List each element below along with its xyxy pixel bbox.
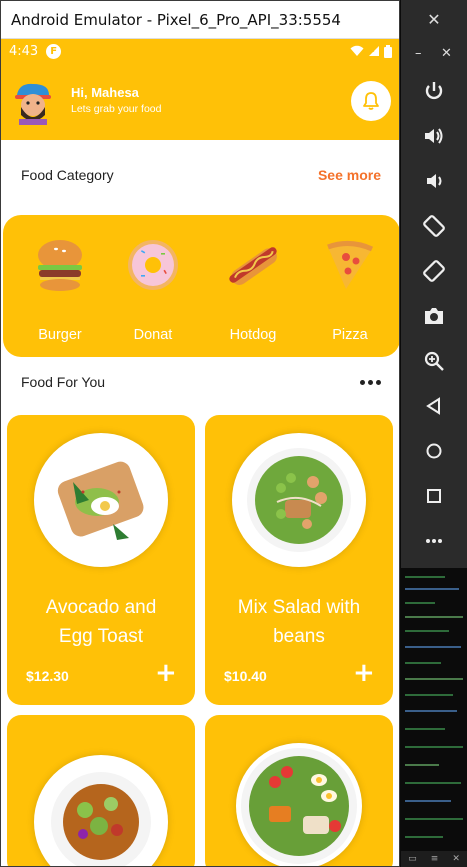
taskbar: ▭ ≡ ✕ [401,851,467,867]
background-terminal [401,568,467,867]
food-card[interactable] [205,715,393,866]
cell-signal-icon: x [369,46,379,56]
rotate-right-button[interactable] [417,254,451,288]
home-button[interactable] [417,434,451,468]
greeting-subtitle: Lets grab your food [71,103,162,115]
see-more-link[interactable]: See more [318,167,381,183]
food-image [232,433,366,567]
screenshot-button[interactable] [417,299,451,333]
food-title-line: Mix Salad with [237,597,361,618]
hotdog-icon [229,247,277,285]
category-pizza[interactable]: Pizza [310,235,390,343]
taskbar-icon[interactable]: ▭ [408,854,417,864]
home-icon [426,443,442,459]
back-button[interactable] [417,389,451,423]
emulator-window-controls: ✕ [401,0,467,38]
zoom-button[interactable] [417,344,451,378]
greeting-block: Hi, Mahesa Lets grab your food [71,85,161,115]
rotate-left-button[interactable] [417,209,451,243]
pizza-icon [327,241,374,289]
donut-icon [128,240,178,290]
food-card[interactable] [7,715,195,866]
app-header: Hi, Mahesa Lets grab your food [1,63,399,140]
power-button[interactable] [417,74,451,108]
category-burger[interactable]: Burger [20,235,100,343]
food-image [34,433,168,567]
category-donut[interactable]: Donat [113,235,193,343]
category-section-header: Food Category See more [21,167,381,183]
status-time: 4:43 [9,43,39,59]
category-label: Pizza [332,327,368,343]
camera-icon [425,308,443,324]
volume-down-icon [427,174,442,188]
category-label: Hotdog [229,327,277,343]
bell-icon [363,92,379,110]
more-icon [426,539,442,543]
taskbar-icon[interactable]: ≡ [431,854,439,864]
volume-up-button[interactable] [417,119,451,153]
add-to-cart-button[interactable]: + [155,660,177,686]
volume-up-icon [425,128,443,144]
zoom-icon [424,351,444,371]
rotate-left-icon [423,215,445,237]
rotate-right-icon [423,260,445,282]
power-icon [425,82,443,100]
more-options-icon[interactable] [360,379,381,385]
emulator-window: Android Emulator - Pixel_6_Pro_API_33:55… [0,0,400,867]
food-price: $10.40 [224,668,267,684]
food-card[interactable]: Mix Salad with beans $10.40 + [205,415,393,705]
category-label: Burger [38,327,82,343]
burger-icon [38,240,82,291]
window-titlebar: Android Emulator - Pixel_6_Pro_API_33:55… [1,1,399,39]
food-title-line: Avocado and [45,597,157,618]
add-to-cart-button[interactable]: + [353,660,375,686]
category-label: Donat [133,327,173,343]
taskbar-icon[interactable]: ✕ [452,854,460,864]
device-screen: 4:43 F x Hi, Mahesa Lets grab your food … [1,39,399,866]
window-close-button[interactable]: ✕ [427,10,440,29]
minimize-button[interactable]: – [415,46,422,61]
foryou-section-title: Food For You [21,374,106,390]
status-icons: x [350,44,392,58]
avatar[interactable] [11,81,55,125]
emulator-sidebar: – ✕ [401,38,467,568]
volume-down-button[interactable] [417,164,451,198]
category-hotdog[interactable]: Hotdog [213,235,293,343]
food-title-line: beans [273,626,325,647]
svg-text:x: x [371,47,375,54]
food-card[interactable]: Avocado and Egg Toast $12.30 + [7,415,195,705]
food-price: $12.30 [26,668,69,684]
category-section-title: Food Category [21,167,114,183]
window-title: Android Emulator - Pixel_6_Pro_API_33:55… [11,10,341,29]
overview-icon [427,489,441,503]
overview-button[interactable] [417,479,451,513]
foryou-section-header: Food For You [21,374,381,390]
greeting-name: Hi, Mahesa [71,85,139,100]
more-button[interactable] [417,524,451,558]
back-icon [426,397,440,415]
battery-icon [384,44,392,58]
status-bar: 4:43 F x [1,39,399,63]
food-title: Mix Salad with beans [205,593,393,651]
notification-button[interactable] [351,81,391,121]
category-panel: Burger Donat Hotdog Pizza [3,215,399,357]
food-title: Avocado and Egg Toast [7,593,195,651]
food-image [236,743,362,866]
food-title-line: Egg Toast [58,626,144,647]
sidebar-close-button[interactable]: ✕ [441,46,452,61]
wifi-icon [350,45,364,56]
food-image [34,755,168,866]
app-notification-icon: F [46,43,62,59]
